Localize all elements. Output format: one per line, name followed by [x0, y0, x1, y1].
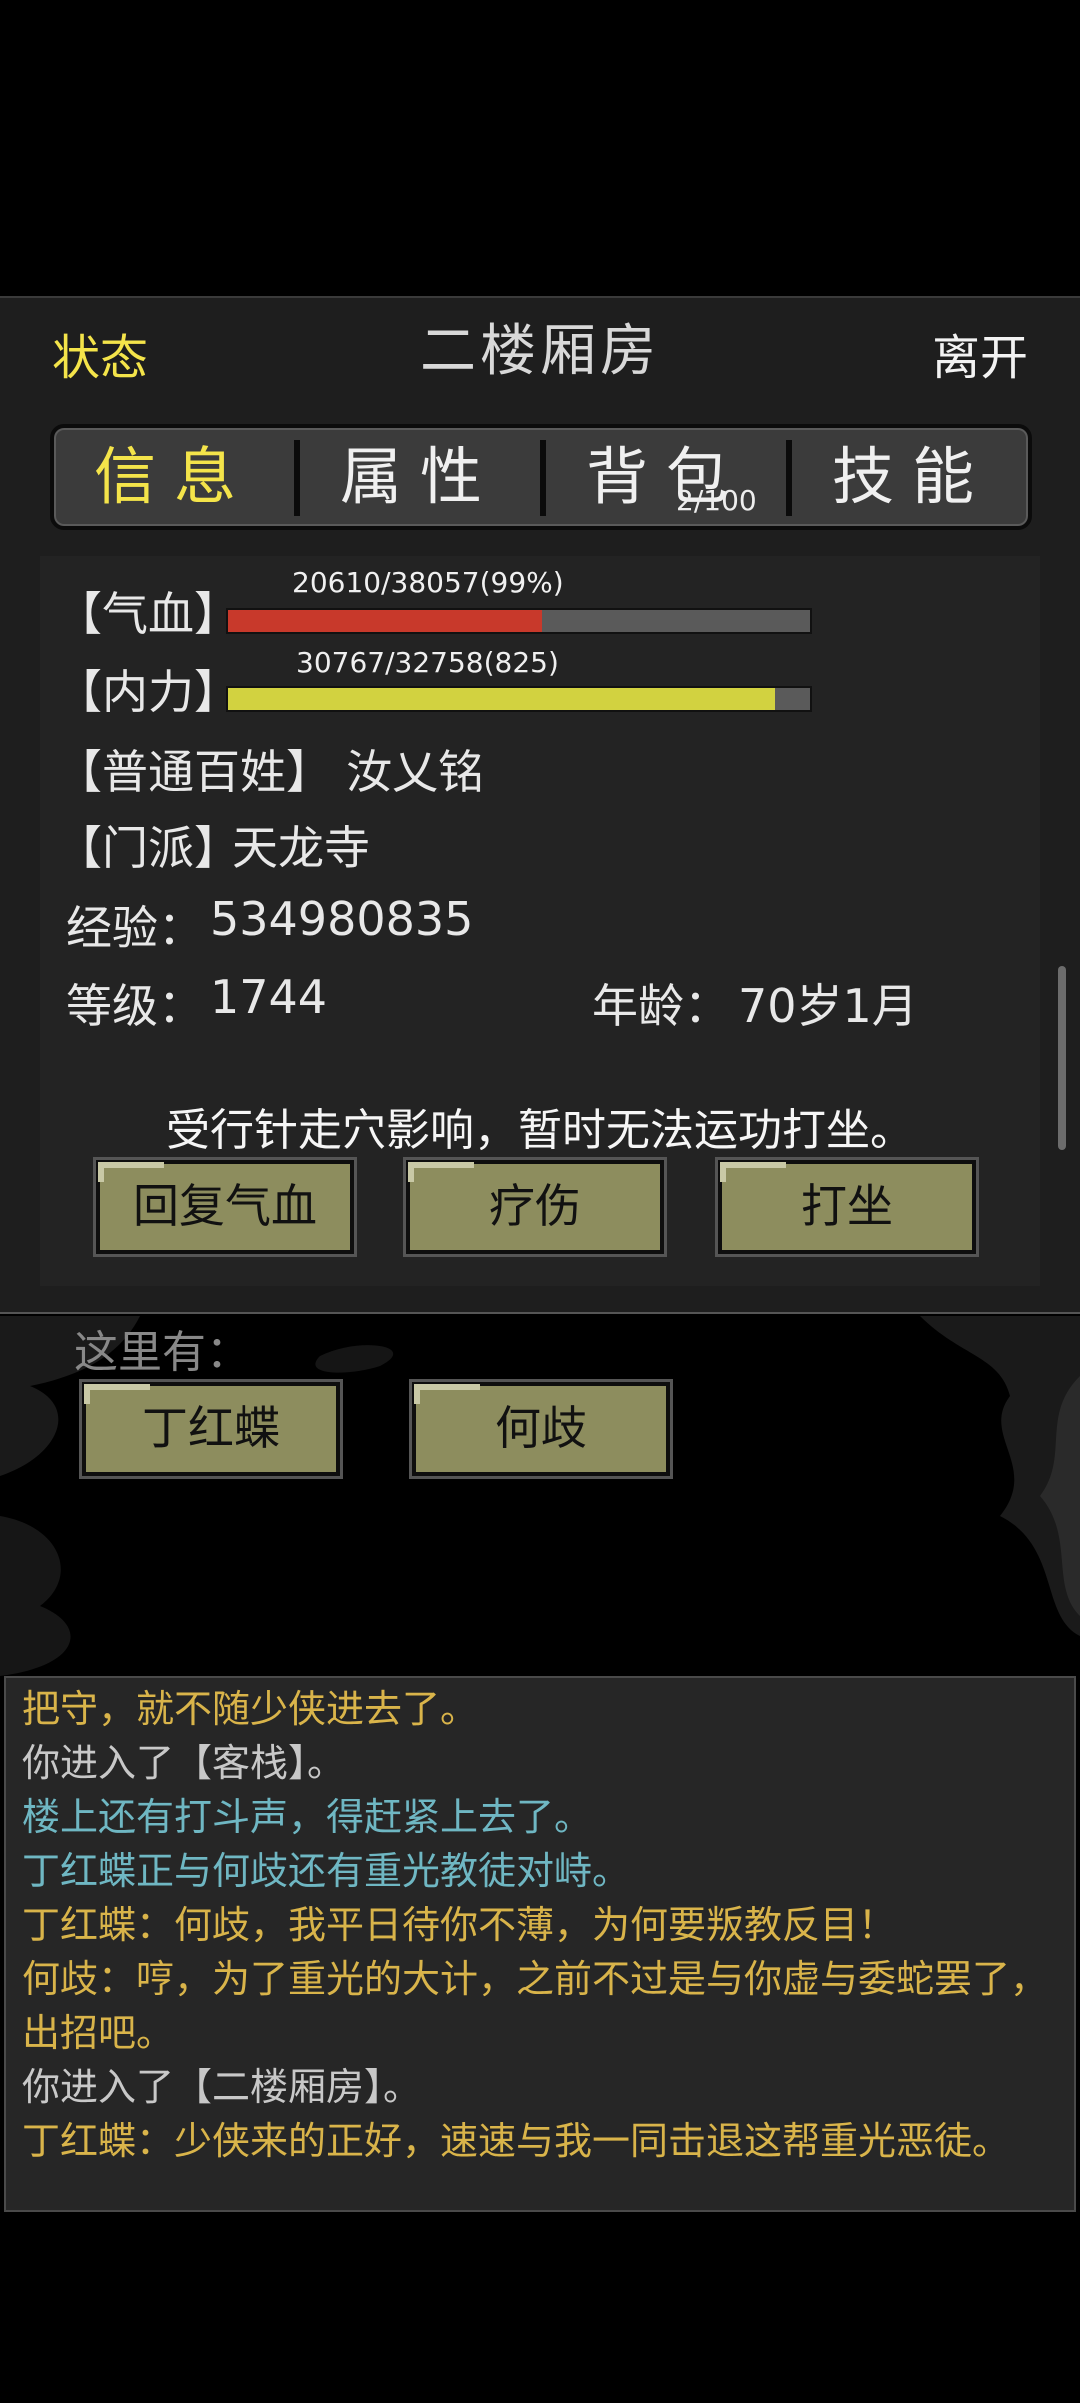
tab-attributes[interactable]: 属性 [300, 428, 540, 526]
log-line: 把守，就不随少侠进去了。 [22, 1687, 479, 1731]
hp-bar-fill [228, 610, 543, 632]
tab-skills[interactable]: 技能 [792, 428, 1032, 526]
mp-label: 【内力】 [56, 665, 240, 719]
npc-button-ding-hongdie[interactable]: 丁红蝶 [82, 1382, 340, 1476]
character-rank: 【普通百姓】 [56, 745, 332, 799]
sect-label: 【门派】 [56, 821, 240, 875]
tab-info[interactable]: 信息 [54, 428, 294, 526]
age-value: 70岁1月 [738, 979, 918, 1033]
scene-area: 这里有： 丁红蝶 何歧 [0, 1316, 1080, 1676]
age-label: 年龄： [592, 979, 730, 1033]
room-title: 二楼厢房 [420, 319, 660, 384]
hp-label: 【气血】 [56, 587, 240, 641]
tab-bag[interactable]: 背包 2/100 [546, 428, 786, 526]
hp-value: 20610/38057(99%) [292, 566, 564, 599]
level-value: 1744 [210, 970, 328, 1024]
tab-bar: 信息 属性 背包 2/100 技能 [50, 424, 1032, 530]
log-line: 丁红蝶：何歧，我平日待你不薄，为何要叛教反目！ [22, 1903, 897, 1947]
level-label: 等级： [66, 979, 204, 1033]
log-line: 你进入了【二楼厢房】。 [22, 2065, 422, 2109]
scene-caption: 这里有： [74, 1327, 250, 1378]
log-line: 你进入了【客栈】。 [22, 1741, 346, 1785]
hp-bar [226, 608, 812, 634]
log-line: 丁红蝶正与何歧还有重光教徒对峙。 [22, 1849, 631, 1893]
bag-capacity: 2/100 [676, 484, 757, 517]
treat-injury-button[interactable]: 疗伤 [406, 1160, 664, 1254]
message-log[interactable]: 把守，就不随少侠进去了。 你进入了【客栈】。楼上还有打斗声，得赶紧上去了。 丁红蝶正… [4, 1676, 1076, 2212]
status-panel: 状态 二楼厢房 离开 信息 属性 背包 2/100 技能 【气血】 20610/… [0, 296, 1080, 1314]
npc-button-he-qi[interactable]: 何歧 [412, 1382, 670, 1476]
status-warning: 受行针走穴影响，暂时无法运功打坐。 [166, 1105, 914, 1156]
character-name: 汝乂铭 [346, 745, 484, 799]
log-line: 楼上还有打斗声，得赶紧上去了。 [22, 1795, 593, 1839]
leave-button[interactable]: 离开 [932, 318, 1028, 388]
restore-hp-button[interactable]: 回复气血 [96, 1160, 354, 1254]
exp-value: 534980835 [210, 892, 474, 946]
sect-value: 天龙寺 [232, 821, 370, 875]
mp-bar [226, 686, 812, 712]
meditate-button[interactable]: 打坐 [718, 1160, 976, 1254]
mp-value: 30767/32758(825) [296, 646, 559, 679]
log-line: 丁红蝶：少侠来的正好，速速与我一同击退这帮重光恶徒。 [22, 2119, 1011, 2163]
exp-label: 经验： [66, 901, 204, 955]
log-line: 何歧：哼，为了重光的大计，之前不过是与你虚与委蛇罢了，出招吧。 [22, 1957, 1049, 2055]
mp-bar-fill [228, 688, 776, 710]
